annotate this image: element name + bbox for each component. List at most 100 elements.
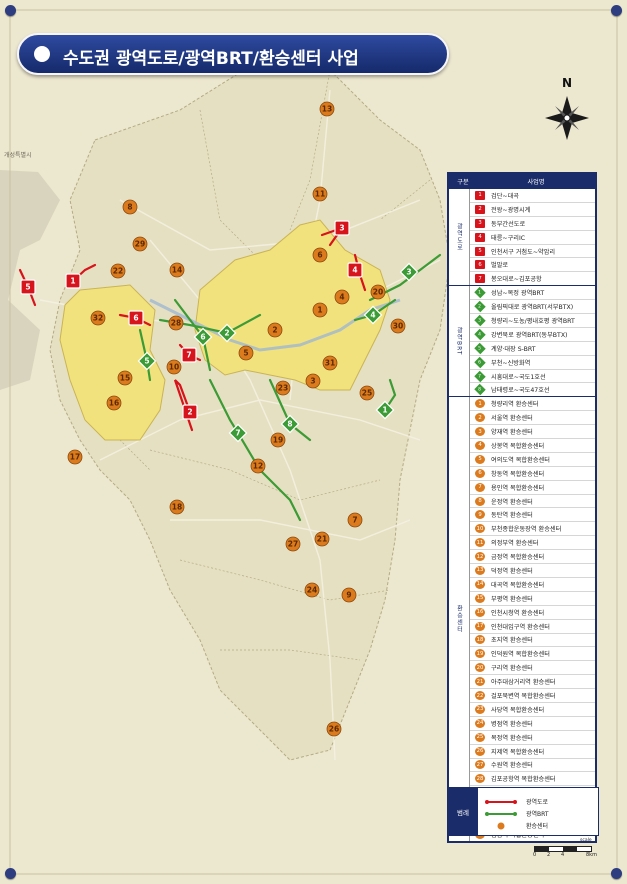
row-number: 4 <box>478 331 482 337</box>
marker-number: 16 <box>109 399 119 408</box>
marker-number: 6 <box>317 251 322 260</box>
row-number: 4 <box>478 234 482 241</box>
marker-number: 30 <box>393 322 403 331</box>
legend-title: 범례 <box>448 788 478 835</box>
table-row: 24 병점역 환승센터 <box>470 717 595 731</box>
row-project-name: 청량리~도농/평내호평 광역BRT <box>491 317 575 325</box>
road-number-icon: 1 <box>475 190 485 200</box>
road-marker: 4 <box>347 262 363 278</box>
road-line-icon <box>485 799 517 804</box>
row-number: 3 <box>478 428 482 435</box>
hub-number-icon: 16 <box>475 607 485 617</box>
transfer-center-marker: 7 <box>347 512 363 528</box>
marker-number: 7 <box>352 516 357 525</box>
hub-number-icon: 7 <box>475 482 485 492</box>
hub-number-icon: 19 <box>475 649 485 659</box>
marker-number: 4 <box>352 266 357 275</box>
row-number: 20 <box>476 664 484 671</box>
table-row: 1 성남~복정 광역BRT <box>470 286 595 301</box>
legend: 범례 광역도로 광역BRT 환승센터 <box>447 787 599 836</box>
transfer-center-marker: 23 <box>275 380 291 396</box>
marker-number: 13 <box>322 105 332 114</box>
marker-number: 26 <box>329 725 339 734</box>
row-number: 3 <box>478 220 482 227</box>
row-number: 19 <box>476 650 484 657</box>
hub-number-icon: 2 <box>475 413 485 423</box>
table-row: 4 태릉~구리IC <box>470 231 595 245</box>
row-project-name: 여의도역 복합환승센터 <box>491 456 550 464</box>
transfer-center-marker: 29 <box>132 236 148 252</box>
transfer-center-marker: 20 <box>370 284 386 300</box>
road-number-icon: 5 <box>475 246 485 256</box>
table-row: 18 초지역 환승센터 <box>470 634 595 648</box>
hub-number-icon: 26 <box>475 746 485 756</box>
page-title: 수도권 광역도로/광역BRT/환승센터 사업 <box>63 49 359 69</box>
marker-number: 6 <box>200 333 205 342</box>
marker-number: 2 <box>224 329 229 338</box>
table-header-category: 구분 <box>457 178 469 186</box>
row-project-name: 대곡역 복합환승센터 <box>491 581 545 589</box>
table-row: 6 부천~신방화역 <box>470 356 595 370</box>
title-bullet-icon <box>34 46 50 62</box>
row-project-name: 창동역 복합환승센터 <box>491 470 545 478</box>
hub-number-icon: 20 <box>475 663 485 673</box>
hub-dot-icon <box>497 822 505 829</box>
marker-number: 23 <box>278 384 288 393</box>
row-project-name: 태릉~구리IC <box>491 234 526 242</box>
row-project-name: 서울역 환승센터 <box>491 415 533 423</box>
row-number: 1 <box>478 290 482 296</box>
transfer-center-marker: 4 <box>334 289 350 305</box>
table-row: 7 시흥대로~국도1호선 <box>470 370 595 384</box>
marker-number: 5 <box>144 357 149 366</box>
transfer-center-marker: 6 <box>312 247 328 263</box>
row-project-name: 아주대삼거리역 환승센터 <box>491 679 556 687</box>
row-number: 5 <box>478 345 482 351</box>
row-project-name: 계양·대장 S-BRT <box>491 345 536 353</box>
hub-number-icon: 11 <box>475 538 485 548</box>
marker-number: 7 <box>186 351 191 360</box>
road-number-icon: 7 <box>475 274 485 284</box>
row-number: 6 <box>478 261 482 268</box>
marker-number: 2 <box>187 408 192 417</box>
table-row: 15 부평역 환승센터 <box>470 592 595 606</box>
road-number-icon: 2 <box>475 204 485 214</box>
table-group-road: 광역도로 1 검단~대곡 2 전왕~광명시계 3 동부간선도로 4 태릉~구리IC 5 인천서구 거… <box>449 188 595 286</box>
transfer-center-marker: 5 <box>238 345 254 361</box>
compass-north-label: N <box>562 76 573 90</box>
row-project-name: 양재역 환승센터 <box>491 429 533 437</box>
project-table: 구분 사업명 광역도로 1 검단~대곡 2 전왕~광명시계 3 동부간선도로 4 태릉~구리IC… <box>447 172 597 843</box>
row-project-name: 부천종합운동장역 환승센터 <box>491 526 562 534</box>
row-number: 11 <box>476 539 484 546</box>
row-project-name: 초지역 환승센터 <box>491 637 533 645</box>
table-row: 11 의정부역 환승센터 <box>470 536 595 551</box>
row-project-name: 강변북로 광역BRT(동부BTX) <box>491 331 568 339</box>
title-bar: 수도권 광역도로/광역BRT/환승센터 사업 <box>17 33 449 75</box>
row-number: 6 <box>478 359 482 365</box>
transfer-center-marker: 15 <box>117 370 133 386</box>
marker-number: 3 <box>339 224 344 233</box>
scale-label-4: 4 <box>561 852 565 858</box>
transfer-center-marker: 8 <box>122 199 138 215</box>
table-row: 10 부천종합운동장역 환승센터 <box>470 522 595 537</box>
marker-number: 11 <box>315 190 325 199</box>
marker-number: 5 <box>243 349 248 358</box>
table-row: 7 봉오대로~김포공항 <box>470 272 595 285</box>
table-row: 1 청량리역 환승센터 <box>470 397 595 412</box>
transfer-center-marker: 19 <box>270 432 286 448</box>
brt-number-icon: 3 <box>474 314 486 327</box>
transfer-center-marker: 2 <box>267 322 283 338</box>
table-group-hub: 환승센터 1 청량리역 환승센터 2 서울역 환승센터 3 양재역 환승센터 4 상봉역 복합환… <box>449 396 595 841</box>
road-marker: 6 <box>128 310 144 326</box>
transfer-center-marker: 17 <box>67 449 83 465</box>
hub-number-icon: 25 <box>475 732 485 742</box>
map-label-gaeseong: 개성특별시 <box>4 152 32 159</box>
row-project-name: 운정역 환승센터 <box>491 498 533 506</box>
row-number: 25 <box>476 734 484 741</box>
marker-number: 28 <box>171 319 181 328</box>
map-poster: 1 2 3 4 5 6 7 8 9 10 11 12 13 14 15 16 17 18 19 20 21 22 23 24 2… <box>0 0 627 884</box>
legend-label-road: 광역도로 <box>526 799 549 806</box>
row-number: 14 <box>476 581 484 588</box>
marker-number: 4 <box>339 293 344 302</box>
hub-number-icon: 3 <box>475 427 485 437</box>
row-project-name: 전왕~광명시계 <box>491 206 531 214</box>
